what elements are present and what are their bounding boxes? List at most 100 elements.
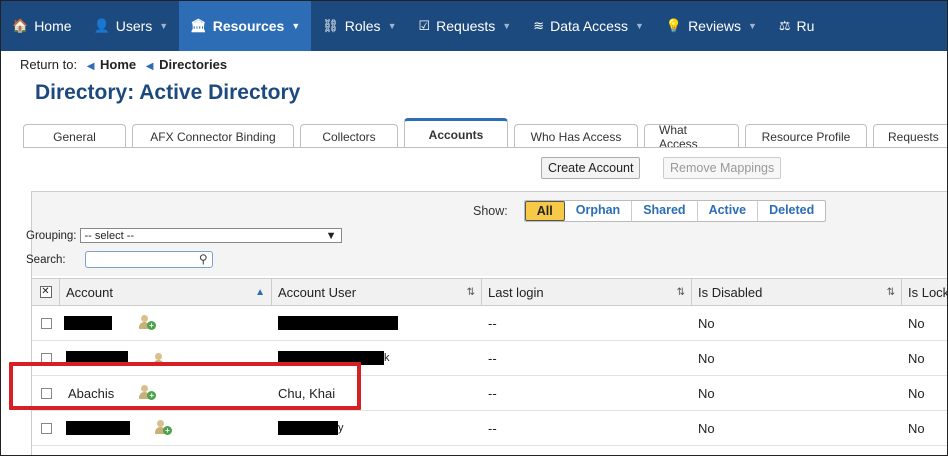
tab-general[interactable]: General [23, 124, 126, 148]
page-title: Directory: Active Directory [35, 81, 301, 104]
is-disabled-cell: No [698, 315, 715, 331]
balance-icon: ⚖ [778, 18, 791, 33]
nav-item-label: Data Access [550, 18, 628, 34]
filter-shared-button[interactable]: Shared [632, 201, 698, 221]
column-header-account[interactable]: Account ▲ [60, 279, 272, 305]
grouping-label: Grouping: [26, 229, 77, 242]
row-checkbox[interactable] [40, 422, 52, 434]
tab-accounts[interactable]: Accounts [404, 118, 508, 148]
highlight-annotation [9, 362, 361, 410]
is-locked-cell: No [908, 350, 925, 366]
account-cell: + [60, 411, 272, 445]
nav-item-label: Requests [436, 18, 496, 34]
row-select-cell [32, 411, 60, 445]
app-frame: 🏠 Home 👤 Users ▼ 🏛 Resources ▼ ⛓ Roles ▼… [0, 0, 948, 456]
redacted-user [278, 316, 398, 330]
filter-orphan-button[interactable]: Orphan [565, 201, 633, 221]
redacted-account [64, 316, 112, 330]
column-header-account-user[interactable]: Account User ⇅ [272, 279, 482, 305]
accounts-panel: Show: All Orphan Shared Active Deleted G… [26, 191, 948, 455]
breadcrumb-prefix: Return to: [20, 57, 78, 72]
bulb-icon: 💡 [665, 18, 683, 33]
select-caret-icon: ▼ [325, 229, 337, 242]
nav-item-label: Resources [212, 18, 285, 34]
tab-afx-connector-binding[interactable]: AFX Connector Binding [132, 124, 294, 148]
column-header-label: Account [66, 284, 113, 300]
breadcrumb-link-directories[interactable]: Directories [159, 57, 227, 72]
home-icon: 🏠 [12, 18, 29, 33]
grouping-selected-value: -- select -- [84, 229, 135, 242]
is-disabled-cell: No [698, 385, 715, 401]
check-square-icon: ☑ [418, 18, 431, 33]
user-suffix: k [384, 352, 390, 364]
caret-down-icon: ▼ [159, 21, 169, 31]
column-header-last-login[interactable]: Last login ⇅ [482, 279, 692, 305]
is-locked-cell: No [908, 385, 925, 401]
column-header-label: Is Disabled [698, 284, 763, 300]
add-user-icon[interactable]: + [154, 420, 172, 436]
sitemap-icon: ⛓ [322, 18, 339, 33]
is-disabled-cell: No [698, 350, 715, 366]
select-all-checkbox[interactable]: ✕ [39, 286, 52, 298]
nav-item-label: Users [115, 18, 153, 34]
grouping-control: Grouping: -- select -- ▼ [26, 228, 342, 243]
nav-item-requests[interactable]: ☑ Requests ▼ [407, 1, 522, 51]
filter-active-button[interactable]: Active [698, 201, 759, 221]
tab-divider [23, 147, 947, 148]
nav-item-rules[interactable]: ⚖ Ru [768, 1, 826, 51]
nav-item-users[interactable]: 👤 Users ▼ [83, 1, 180, 51]
caret-down-icon: ▼ [502, 21, 512, 31]
filter-deleted-button[interactable]: Deleted [758, 201, 825, 221]
account-user-cell: y [272, 411, 482, 445]
nav-item-resources[interactable]: 🏛 Resources ▼ [179, 1, 312, 51]
nav-item-data-access[interactable]: ≋ Data Access ▼ [522, 1, 655, 51]
grouping-select[interactable]: -- select -- ▼ [79, 228, 342, 243]
caret-down-icon: ▼ [387, 21, 397, 31]
column-header-label: Is Lock [908, 284, 948, 300]
add-user-icon[interactable]: + [138, 315, 156, 331]
redacted-account [66, 421, 130, 435]
nav-item-reviews[interactable]: 💡 Reviews ▼ [655, 1, 768, 51]
table-row[interactable]: + -- No No [32, 306, 947, 341]
caret-down-icon: ▼ [291, 21, 301, 31]
row-checkbox[interactable] [40, 317, 52, 329]
breadcrumb-link-home[interactable]: Home [100, 57, 136, 72]
tab-what-access[interactable]: What Access [644, 123, 739, 151]
database-icon: ≋ [533, 18, 545, 33]
is-locked-cell: No [908, 420, 925, 436]
table-header: ✕ Account ▲ Account User ⇅ Last login ⇅ … [32, 278, 948, 306]
show-segmented-control: All Orphan Shared Active Deleted [523, 200, 827, 222]
show-filter: Show: All Orphan Shared Active Deleted [473, 200, 827, 222]
tab-requests[interactable]: Requests [873, 124, 947, 148]
sort-icon: ⇅ [466, 286, 475, 298]
nav-item-home[interactable]: 🏠 Home [1, 1, 83, 51]
tab-who-has-access[interactable]: Who Has Access [514, 124, 638, 148]
column-header-is-disabled[interactable]: Is Disabled ⇅ [692, 279, 902, 305]
select-all-cell: ✕ [32, 279, 60, 305]
user-suffix: y [338, 422, 344, 434]
account-user-cell [272, 306, 482, 340]
nav-item-label: Ru [796, 18, 815, 34]
tab-collectors[interactable]: Collectors [300, 124, 398, 148]
column-header-is-locked[interactable]: Is Lock [902, 279, 948, 305]
bank-icon: 🏛 [190, 18, 207, 33]
last-login-cell: -- [488, 350, 497, 366]
nav-item-roles[interactable]: ⛓ Roles ▼ [311, 1, 407, 51]
remove-mappings-button[interactable]: Remove Mappings [663, 157, 782, 179]
table-row[interactable]: + y -- No No [32, 411, 947, 446]
column-header-label: Account User [278, 284, 357, 300]
show-label: Show: [473, 204, 508, 218]
top-nav: 🏠 Home 👤 Users ▼ 🏛 Resources ▼ ⛓ Roles ▼… [1, 1, 947, 51]
breadcrumb: Return to: ◀ Home ◀ Directories [20, 57, 227, 72]
tab-resource-profile[interactable]: Resource Profile [745, 124, 867, 148]
search-control: Search: ⚲ [26, 251, 213, 268]
last-login-cell: -- [488, 315, 497, 331]
search-input[interactable]: ⚲ [84, 251, 213, 268]
nav-item-label: Reviews [688, 18, 741, 34]
filter-all-button[interactable]: All [524, 201, 565, 221]
caret-down-icon: ▼ [634, 21, 644, 31]
sort-asc-icon: ▲ [255, 286, 265, 298]
back-arrow-icon: ◀ [86, 61, 95, 72]
create-account-button[interactable]: Create Account [541, 157, 641, 179]
search-icon[interactable]: ⚲ [199, 252, 208, 266]
